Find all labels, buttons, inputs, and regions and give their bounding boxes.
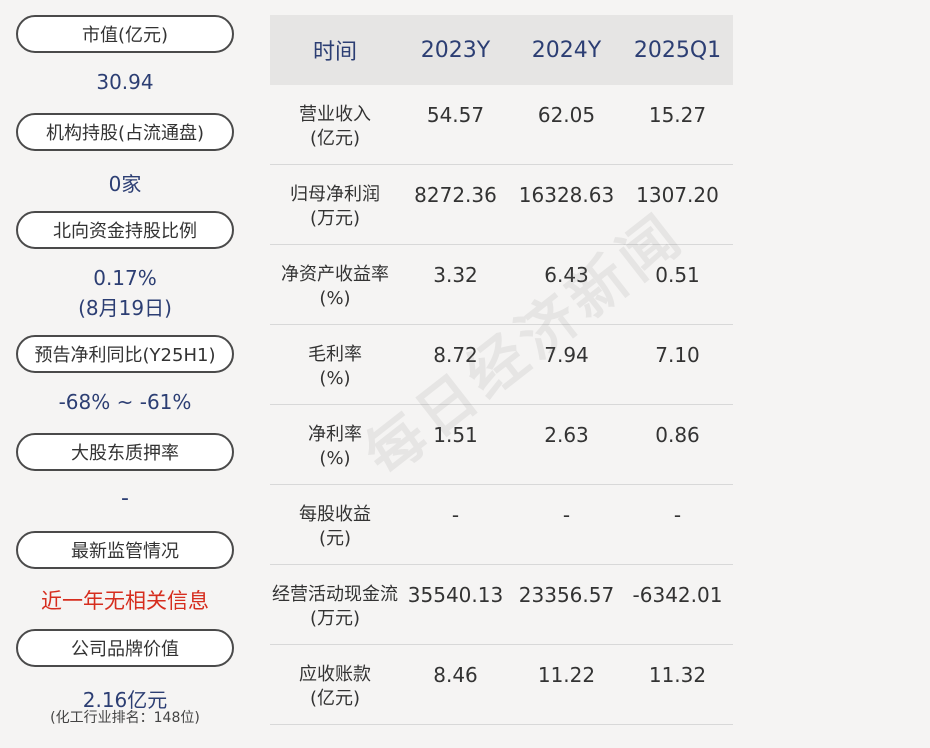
header-2025q1: 2025Q1	[633, 37, 722, 63]
row-name: 营业收入	[299, 104, 371, 125]
row-label: 每股收益 (元)	[270, 503, 400, 551]
row-unit: (%)	[319, 448, 351, 469]
table-cell: -	[673, 503, 682, 527]
table-cell: 16328.63	[518, 183, 615, 207]
row-unit: (亿元)	[309, 128, 361, 149]
pledge-ratio-value: -	[121, 486, 129, 511]
header-time: 时间	[312, 40, 357, 65]
table-cell: 11.22	[537, 663, 596, 687]
table-row: 毛利率 (%) 8.72 7.94 7.10	[270, 325, 733, 405]
table-cell: 7.10	[655, 343, 700, 367]
table-cell: 11.32	[648, 663, 707, 687]
left-panel: 市值(亿元) 30.94 机构持股(占流通盘) 0家 北向资金持股比例 0.17…	[0, 0, 250, 748]
table-cell: 6.43	[544, 263, 589, 287]
table-cell: 54.57	[426, 103, 485, 127]
table-row: 应收账款 (亿元) 8.46 11.22 11.32	[270, 645, 733, 725]
row-label: 应收账款 (亿元)	[270, 663, 400, 711]
row-unit: (元)	[318, 528, 352, 549]
market-cap-label: 市值(亿元)	[16, 15, 234, 53]
brand-value-rank-note: (化工行业排名：148位)	[50, 710, 200, 726]
northbound-ratio-date: (8月19日)	[78, 296, 172, 320]
table-cell: -6342.01	[632, 583, 723, 607]
row-name: 应收账款	[299, 664, 371, 685]
row-name: 经营活动现金流	[272, 584, 398, 605]
header-2023: 2023Y	[420, 37, 491, 63]
pledge-ratio-label: 大股东质押率	[16, 433, 234, 471]
table-cell: 3.32	[433, 263, 478, 287]
table-cell: 2.63	[544, 423, 589, 447]
table-row: 营业收入 (亿元) 54.57 62.05 15.27	[270, 85, 733, 165]
row-name: 归母净利润	[290, 184, 380, 205]
row-label: 营业收入 (亿元)	[270, 103, 400, 151]
table-cell: 15.27	[648, 103, 707, 127]
table-cell: 1307.20	[636, 183, 719, 207]
row-label: 经营活动现金流 (万元)	[270, 583, 400, 631]
market-cap-value: 30.94	[96, 70, 154, 94]
row-unit: (万元)	[309, 608, 361, 629]
row-unit: (亿元)	[309, 688, 361, 709]
table-cell: 7.94	[544, 343, 589, 367]
row-name: 每股收益	[299, 504, 371, 525]
table-cell: 23356.57	[518, 583, 615, 607]
table-cell: 0.51	[655, 263, 700, 287]
row-name: 毛利率	[308, 344, 362, 365]
table-cell: 62.05	[537, 103, 596, 127]
table-cell: -	[451, 503, 460, 527]
institutional-holding-value: 0家	[108, 172, 142, 196]
regulatory-status-value: 近一年无相关信息	[41, 589, 209, 613]
row-label: 归母净利润 (万元)	[270, 183, 400, 231]
header-2024: 2024Y	[531, 37, 602, 63]
institutional-holding-label: 机构持股(占流通盘)	[16, 113, 234, 151]
table-row: 归母净利润 (万元) 8272.36 16328.63 1307.20	[270, 165, 733, 245]
table-row: 每股收益 (元) - - -	[270, 485, 733, 565]
northbound-ratio-value: 0.17%	[93, 266, 157, 290]
table-header: 时间 2023Y 2024Y 2025Q1	[270, 15, 733, 85]
table-cell: 1.51	[433, 423, 478, 447]
table-cell: 0.86	[655, 423, 700, 447]
row-unit: (%)	[319, 288, 351, 309]
profit-forecast-label: 预告净利同比(Y25H1)	[16, 335, 234, 373]
row-unit: (万元)	[309, 208, 361, 229]
table-cell: 8.46	[433, 663, 478, 687]
table-row: 经营活动现金流 (万元) 35540.13 23356.57 -6342.01	[270, 565, 733, 645]
brand-value-label: 公司品牌价值	[16, 629, 234, 667]
regulatory-status-label: 最新监管情况	[16, 531, 234, 569]
profit-forecast-value: -68% ~ -61%	[58, 390, 192, 414]
row-name: 净利率	[308, 424, 362, 445]
row-label: 毛利率 (%)	[270, 343, 400, 391]
table-cell: 35540.13	[407, 583, 504, 607]
table-cell: 8272.36	[414, 183, 497, 207]
table-cell: -	[562, 503, 571, 527]
table-row: 净利率 (%) 1.51 2.63 0.86	[270, 405, 733, 485]
northbound-ratio-label: 北向资金持股比例	[16, 211, 234, 249]
table-cell: 8.72	[433, 343, 478, 367]
table-row: 净资产收益率 (%) 3.32 6.43 0.51	[270, 245, 733, 325]
financial-table: 时间 2023Y 2024Y 2025Q1 营业收入 (亿元) 54.57 62.…	[270, 15, 733, 725]
row-name: 净资产收益率	[281, 264, 389, 285]
row-unit: (%)	[319, 368, 351, 389]
row-label: 净利率 (%)	[270, 423, 400, 471]
row-label: 净资产收益率 (%)	[270, 263, 400, 311]
